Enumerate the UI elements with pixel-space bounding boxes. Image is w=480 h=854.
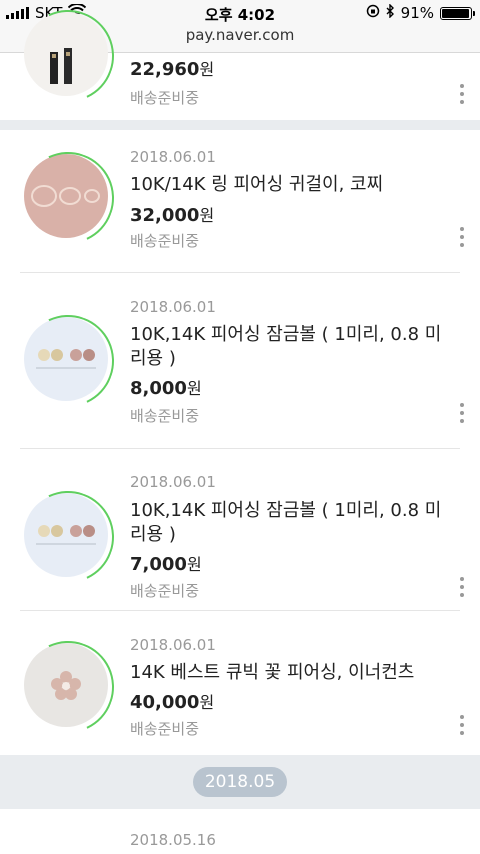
order-price: 8,000원 <box>130 378 202 399</box>
order-item-partial[interactable]: 2018.05.16 <box>0 809 480 854</box>
order-status: 배송준비중 <box>130 232 200 250</box>
progress-ring <box>9 478 127 596</box>
order-title[interactable]: 10K,14K 피어싱 잠금볼 ( 1미리, 0.8 미리용 ) <box>130 499 450 547</box>
order-item-partial[interactable]: 22,960원 배송준비중 <box>0 0 480 120</box>
order-item[interactable]: 2018.06.01 10K,14K 피어싱 잠금볼 ( 1미리, 0.8 미리… <box>0 273 480 447</box>
section-separator <box>0 120 480 130</box>
order-title[interactable]: 10K,14K 피어싱 잠금볼 ( 1미리, 0.8 미리용 ) <box>130 323 450 371</box>
order-title[interactable]: 14K 베스트 큐빅 꽃 피어싱, 이너컨츠 <box>130 661 450 685</box>
order-price: 40,000원 <box>130 692 215 713</box>
order-title[interactable]: 10K/14K 링 피어싱 귀걸이, 코찌 <box>130 173 450 197</box>
battery-icon <box>440 6 475 20</box>
order-price: 7,000원 <box>130 554 202 575</box>
order-status: 배송준비중 <box>130 89 200 107</box>
battery-percent: 91% <box>400 4 434 22</box>
order-date: 2018.05.16 <box>130 831 216 849</box>
order-item[interactable]: 2018.06.01 10K,14K 피어싱 잠금볼 ( 1미리, 0.8 미리… <box>0 449 480 609</box>
more-menu-icon[interactable] <box>460 403 464 427</box>
order-status: 배송준비중 <box>130 720 200 738</box>
more-menu-icon[interactable] <box>460 577 464 601</box>
orientation-lock-icon <box>366 4 380 22</box>
order-date: 2018.06.01 <box>130 298 216 316</box>
order-date: 2018.06.01 <box>130 636 216 654</box>
order-date: 2018.06.01 <box>130 148 216 166</box>
progress-ring <box>9 628 127 746</box>
order-status: 배송준비중 <box>130 407 200 425</box>
order-price: 32,000원 <box>130 205 215 226</box>
progress-ring <box>9 302 127 420</box>
order-item[interactable]: 2018.06.01 14K 베스트 큐빅 꽃 피어싱, 이너컨츠 40,000… <box>0 611 480 755</box>
order-price: 22,960원 <box>130 59 215 80</box>
order-item[interactable]: 2018.06.01 10K/14K 링 피어싱 귀걸이, 코찌 32,000원… <box>0 130 480 272</box>
order-date: 2018.06.01 <box>130 473 216 491</box>
url-text: pay.naver.com <box>185 26 295 44</box>
more-menu-icon[interactable] <box>460 715 464 739</box>
more-menu-icon[interactable] <box>460 84 464 108</box>
bluetooth-icon <box>386 3 395 22</box>
order-status: 배송준비중 <box>130 582 200 600</box>
progress-ring <box>9 139 127 257</box>
more-menu-icon[interactable] <box>460 227 464 251</box>
month-badge: 2018.05 <box>193 767 287 797</box>
